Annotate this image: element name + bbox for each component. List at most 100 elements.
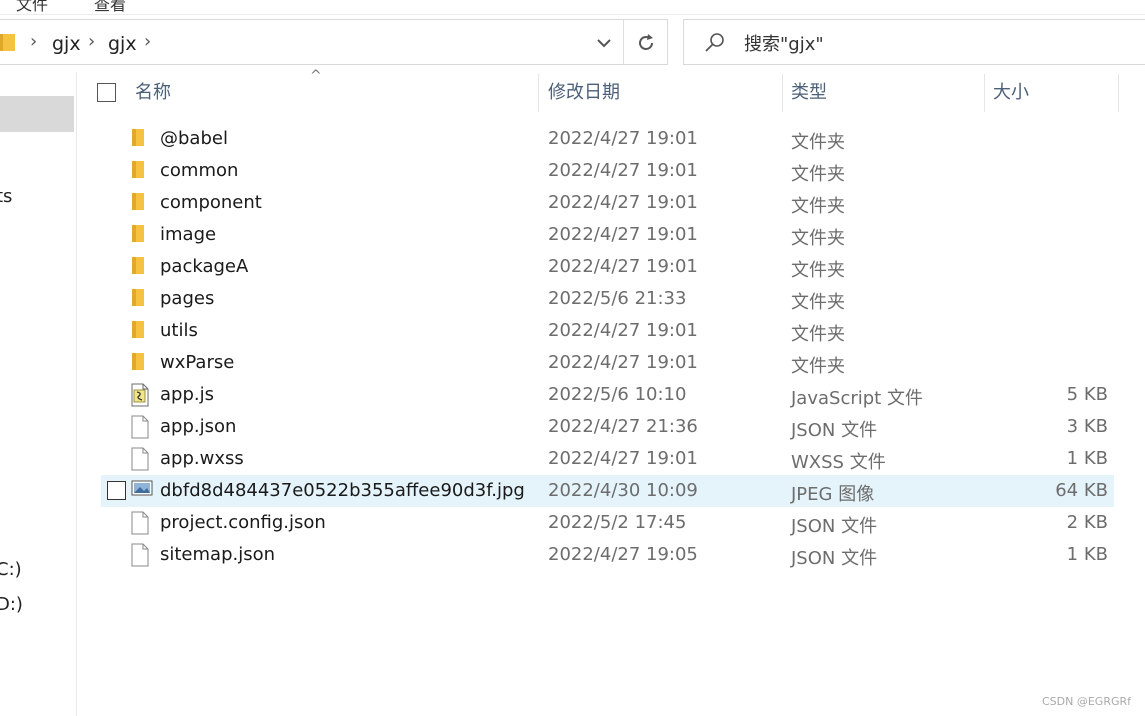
chevron-right-icon[interactable]: › — [144, 31, 151, 52]
file-modified-date: 2022/4/27 19:01 — [548, 320, 698, 341]
file-row[interactable]: packageA 2022/4/27 19:01 文件夹 — [101, 251, 1114, 283]
watermark: CSDN @EGRGRf — [1041, 695, 1131, 708]
file-icon — [131, 415, 153, 439]
folder-icon — [131, 255, 153, 279]
file-type: JSON 文件 — [791, 548, 878, 569]
file-row[interactable]: dbfd8d484437e0522b355affee90d3f.jpg 2022/… — [101, 475, 1114, 507]
file-size: 2 KB — [1066, 512, 1108, 533]
file-size: 64 KB — [1055, 480, 1108, 501]
file-modified-date: 2022/4/30 10:09 — [548, 480, 698, 501]
folder-icon — [0, 34, 15, 51]
file-size: 5 KB — [1066, 384, 1108, 405]
file-row[interactable]: common 2022/4/27 19:01 文件夹 — [101, 155, 1114, 187]
file-size: 1 KB — [1066, 448, 1108, 469]
column-header-date[interactable]: 修改日期 — [540, 72, 782, 114]
file-type: WXSS 文件 — [791, 452, 886, 473]
column-divider[interactable] — [538, 74, 539, 112]
address-bar[interactable]: › gjx › gjx › — [0, 19, 668, 65]
ribbon-tabs: 文件 查看 — [0, 0, 1145, 15]
file-icon — [131, 511, 153, 535]
nav-item[interactable]: ts — [0, 186, 12, 207]
file-row[interactable]: utils 2022/4/27 19:01 文件夹 — [101, 315, 1114, 347]
chevron-down-icon — [597, 39, 611, 48]
search-box[interactable] — [683, 19, 1145, 65]
chevron-right-icon: › — [30, 31, 38, 52]
folder-icon — [131, 351, 153, 375]
address-row: › gjx › gjx › — [0, 14, 1145, 72]
file-name: sitemap.json — [160, 544, 276, 565]
file-size: 3 KB — [1066, 416, 1108, 437]
ribbon-tab-file[interactable]: 文件 — [16, 0, 48, 14]
file-type: JSON 文件 — [791, 420, 878, 441]
select-all-checkbox[interactable] — [97, 83, 116, 102]
file-type: 文件夹 — [791, 132, 845, 153]
refresh-button[interactable] — [625, 24, 667, 62]
nav-item-drive-d[interactable]: D:) — [0, 594, 23, 615]
file-modified-date: 2022/4/27 19:01 — [548, 448, 698, 469]
file-name: wxParse — [160, 352, 235, 373]
file-name: dbfd8d484437e0522b355affee90d3f.jpg — [160, 480, 525, 501]
file-modified-date: 2022/4/27 19:01 — [548, 224, 698, 245]
file-name: common — [160, 160, 239, 181]
divider — [623, 20, 624, 64]
breadcrumb-item[interactable]: gjx — [108, 33, 137, 55]
file-size: 1 KB — [1066, 544, 1108, 565]
folder-icon — [131, 191, 153, 215]
file-type: JavaScript 文件 — [791, 388, 923, 409]
file-row[interactable]: component 2022/4/27 19:01 文件夹 — [101, 187, 1114, 219]
file-modified-date: 2022/5/6 10:10 — [548, 384, 687, 405]
image-file-icon — [131, 479, 153, 503]
search-input[interactable] — [742, 31, 1126, 57]
address-history-dropdown[interactable] — [586, 26, 622, 60]
file-icon — [131, 447, 153, 471]
file-modified-date: 2022/4/27 19:01 — [548, 128, 698, 149]
column-header: ^ 名称 修改日期 类型 大小 — [90, 68, 1120, 114]
file-name: image — [160, 224, 217, 245]
file-modified-date: 2022/4/27 19:01 — [548, 256, 698, 277]
column-header-name[interactable]: 名称 — [127, 72, 538, 114]
file-type: 文件夹 — [791, 228, 845, 249]
file-name: app.json — [160, 416, 237, 437]
row-checkbox[interactable] — [107, 481, 126, 500]
file-modified-date: 2022/4/27 19:01 — [548, 160, 698, 181]
file-row[interactable]: image 2022/4/27 19:01 文件夹 — [101, 219, 1114, 251]
refresh-icon — [639, 34, 653, 50]
file-name: pages — [160, 288, 215, 309]
file-type: 文件夹 — [791, 260, 845, 281]
folder-icon — [131, 127, 153, 151]
file-modified-date: 2022/5/2 17:45 — [548, 512, 687, 533]
file-list: @babel 2022/4/27 19:01 文件夹 common 2022/4/27 … — [101, 123, 1114, 571]
ribbon-tab-view[interactable]: 查看 — [94, 0, 126, 14]
file-name: @babel — [160, 128, 228, 149]
file-row[interactable]: @babel 2022/4/27 19:01 文件夹 — [101, 123, 1114, 155]
file-row[interactable]: sitemap.json 2022/4/27 19:05 JSON 文件 1 KB — [101, 539, 1114, 571]
file-row[interactable]: wxParse 2022/4/27 19:01 文件夹 — [101, 347, 1114, 379]
file-row[interactable]: app.js 2022/5/6 10:10 JavaScript 文件 5 KB — [101, 379, 1114, 411]
column-header-type[interactable]: 类型 — [783, 72, 984, 114]
file-type: JPEG 图像 — [791, 484, 875, 505]
nav-item-selected[interactable] — [0, 96, 74, 132]
file-row[interactable]: app.json 2022/4/27 21:36 JSON 文件 3 KB — [101, 411, 1114, 443]
file-name: utils — [160, 320, 198, 341]
file-modified-date: 2022/4/27 21:36 — [548, 416, 698, 437]
file-type: 文件夹 — [791, 324, 845, 345]
column-divider[interactable] — [1118, 74, 1119, 112]
folder-icon — [131, 287, 153, 311]
file-name: project.config.json — [160, 512, 326, 533]
nav-item-drive-c[interactable]: C:) — [0, 559, 22, 580]
file-row[interactable]: pages 2022/5/6 21:33 文件夹 — [101, 283, 1114, 315]
file-modified-date: 2022/5/6 21:33 — [548, 288, 687, 309]
column-header-size[interactable]: 大小 — [985, 72, 1118, 114]
chevron-right-icon[interactable]: › — [88, 31, 95, 52]
file-row[interactable]: app.wxss 2022/4/27 19:01 WXSS 文件 1 KB — [101, 443, 1114, 475]
file-type: 文件夹 — [791, 164, 845, 185]
file-row[interactable]: project.config.json 2022/5/2 17:45 JSON 文件… — [101, 507, 1114, 539]
file-name: app.wxss — [160, 448, 244, 469]
file-modified-date: 2022/4/27 19:05 — [548, 544, 698, 565]
file-icon — [131, 543, 153, 567]
file-type: 文件夹 — [791, 356, 845, 377]
file-explorer-window: 文件 查看 › gjx › gjx › 搜索"gjx" s C:) D:) ^ … — [0, 0, 1145, 716]
javascript-file-icon — [131, 383, 153, 407]
file-type: 文件夹 — [791, 196, 845, 217]
breadcrumb-item[interactable]: gjx — [52, 33, 81, 55]
